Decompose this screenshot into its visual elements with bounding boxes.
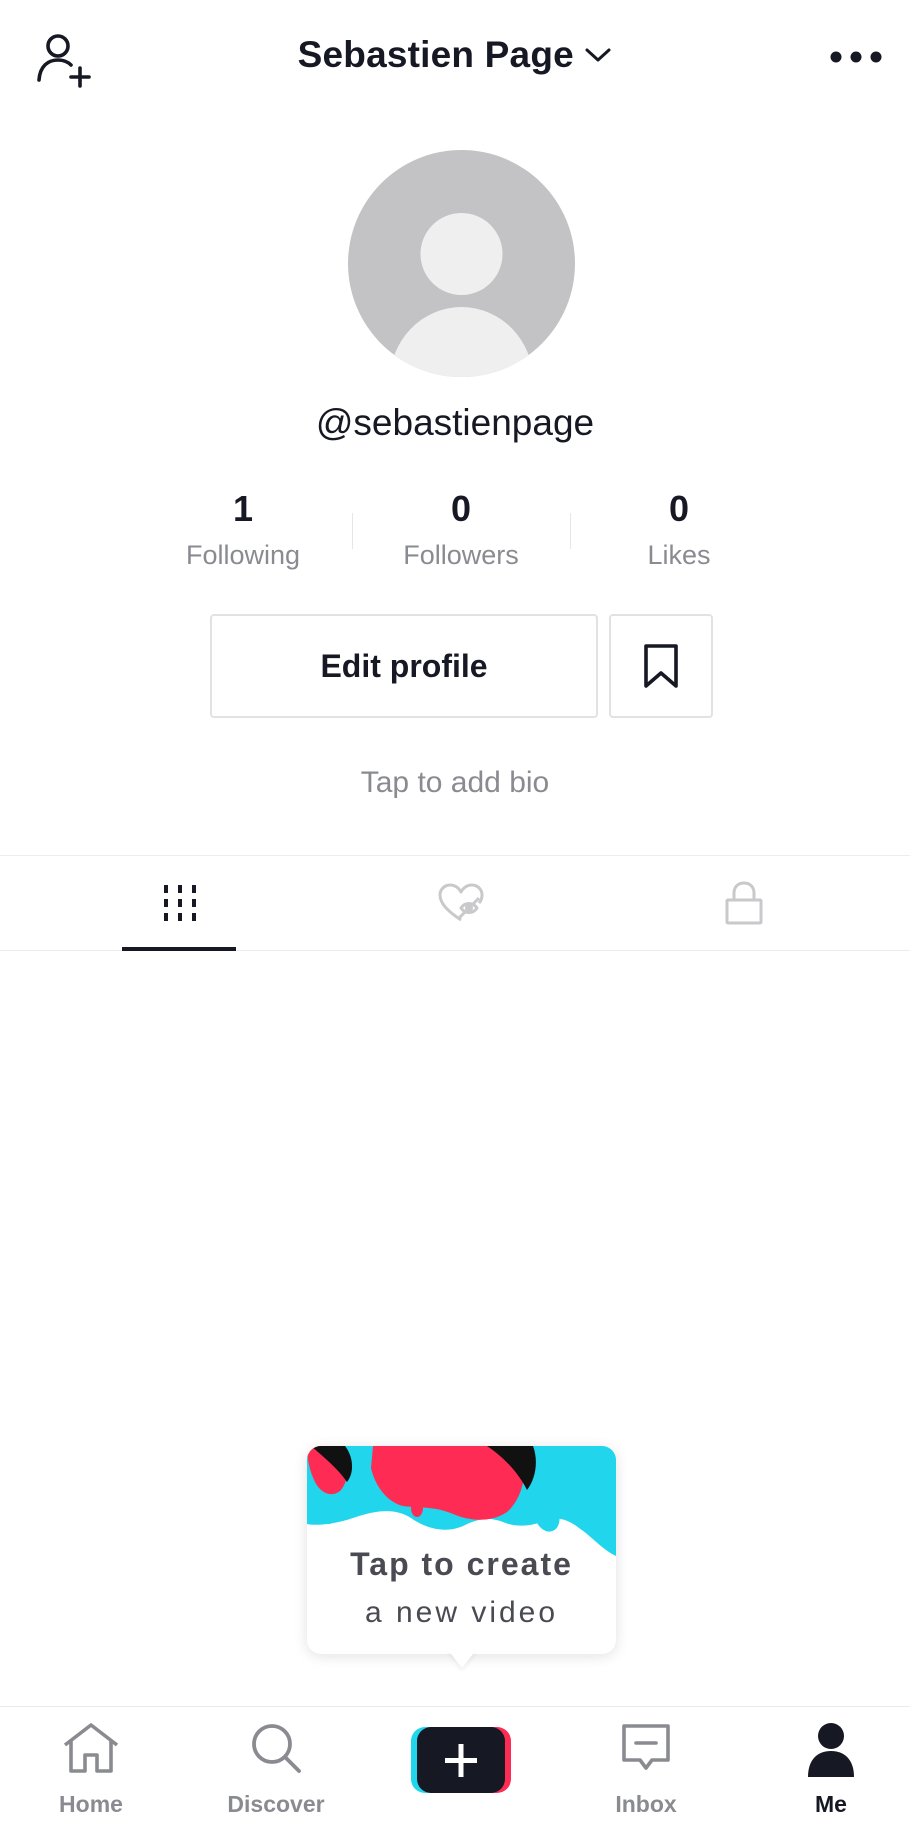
create-video-tooltip[interactable]: Tap to create a new video: [307, 1446, 616, 1654]
followers-stat[interactable]: 0 Followers: [351, 488, 571, 571]
active-tab-indicator: [122, 947, 236, 951]
tab-private[interactable]: [592, 856, 895, 950]
following-stat[interactable]: 1 Following: [133, 488, 353, 571]
tooltip-title: Tap to create: [350, 1546, 573, 1582]
likes-label: Likes: [647, 540, 711, 570]
nav-me[interactable]: Me: [756, 1707, 906, 1832]
more-dots-icon: [830, 51, 882, 63]
following-label: Following: [185, 540, 301, 570]
avatar[interactable]: [348, 150, 575, 377]
chevron-down-icon: [585, 48, 611, 62]
bookmark-icon: [644, 644, 678, 688]
profile-icon: [808, 1723, 854, 1777]
liked-private-icon: [438, 883, 483, 922]
nav-inbox-label: Inbox: [615, 1791, 677, 1817]
home-icon: [63, 1723, 119, 1773]
tab-videos[interactable]: [28, 856, 331, 950]
profile-tabs: [0, 855, 910, 951]
create-plus-icon: [411, 1727, 511, 1793]
likes-stat[interactable]: 0 Likes: [569, 488, 789, 571]
lock-icon: [725, 881, 762, 925]
nav-discover[interactable]: Discover: [201, 1707, 351, 1832]
top-bar: Sebastien Page: [0, 0, 910, 120]
more-options-button[interactable]: [830, 44, 882, 70]
favorites-button[interactable]: [609, 614, 713, 718]
inbox-icon: [622, 1724, 670, 1770]
add-bio-prompt[interactable]: Tap to add bio: [0, 766, 910, 800]
default-avatar-icon: [389, 213, 534, 377]
nav-inbox[interactable]: Inbox: [571, 1707, 721, 1832]
nav-home[interactable]: Home: [16, 1707, 166, 1832]
following-count: 1: [232, 488, 254, 529]
create-video-button[interactable]: [411, 1727, 511, 1793]
edit-profile-button[interactable]: Edit profile: [210, 614, 598, 718]
tab-liked[interactable]: [309, 856, 612, 950]
likes-count: 0: [668, 488, 690, 529]
followers-count: 0: [450, 488, 472, 529]
nav-discover-label: Discover: [227, 1791, 325, 1817]
bottom-nav: Home Discover Inbox Me: [0, 1706, 910, 1832]
nav-me-label: Me: [815, 1791, 847, 1817]
nav-home-label: Home: [59, 1791, 123, 1817]
profile-name-title: Sebastien Page: [297, 34, 574, 75]
followers-label: Followers: [403, 540, 519, 570]
videos-grid-icon: [163, 885, 196, 921]
account-switcher[interactable]: Sebastien Page: [0, 34, 910, 76]
tooltip-pointer: [448, 1650, 476, 1668]
search-icon: [252, 1724, 301, 1773]
tooltip-subtitle: a new video: [364, 1596, 559, 1629]
username: @sebastienpage: [315, 402, 595, 443]
